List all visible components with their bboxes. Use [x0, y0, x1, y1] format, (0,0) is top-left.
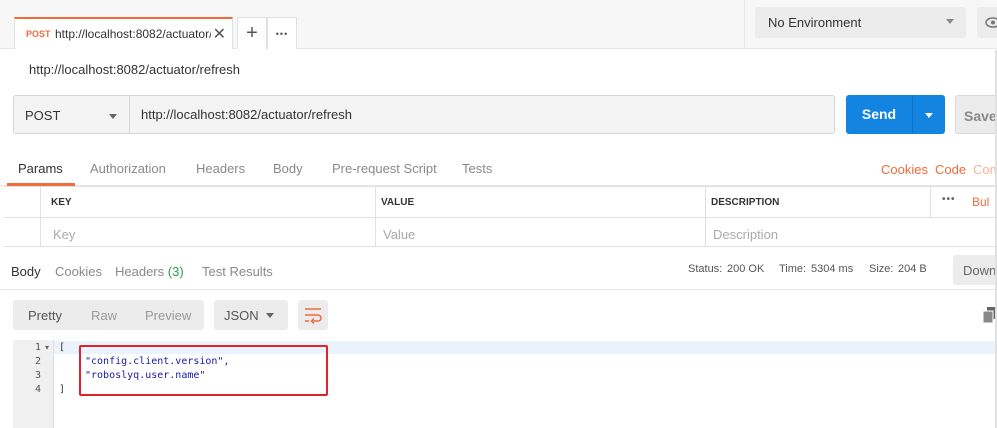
response-tab-test-results[interactable]: Test Results	[202, 264, 273, 279]
line-number: 3	[34, 370, 41, 381]
tab-body[interactable]: Body	[273, 161, 303, 176]
view-mode-preview[interactable]: Preview	[145, 308, 191, 323]
response-tab-body[interactable]: Body	[11, 264, 41, 279]
code-link[interactable]: Code	[935, 162, 966, 177]
value-column-header: VALUE	[381, 197, 415, 208]
wrap-icon	[305, 308, 322, 325]
key-input[interactable]: Key	[53, 227, 75, 242]
add-tab-button[interactable]: +	[237, 17, 267, 49]
line-gutter: 1 ▾ 2 3 4	[13, 340, 54, 428]
environment-label: No Environment	[768, 15, 862, 30]
value-input[interactable]: Value	[383, 227, 415, 242]
view-mode-pretty[interactable]: Pretty	[28, 308, 62, 323]
highlight-box	[79, 345, 328, 396]
divider	[930, 187, 931, 217]
fold-arrow-icon[interactable]: ▾	[45, 343, 49, 352]
status-label: Status:	[688, 263, 723, 275]
headers-count-badge: (3)	[167, 264, 184, 279]
close-icon[interactable]: ✕	[213, 24, 226, 44]
eye-icon	[985, 17, 997, 28]
view-mode-raw[interactable]: Raw	[91, 308, 117, 323]
divider	[912, 95, 913, 134]
environment-select[interactable]: No Environment	[755, 7, 966, 38]
request-name: http://localhost:8082/actuator/refresh	[29, 62, 241, 77]
comments-link[interactable]: Com	[973, 162, 997, 177]
response-tab-headers-label: Headers	[115, 264, 165, 279]
request-tab[interactable]: POST http://localhost:8082/actuator/ ✕	[14, 17, 233, 49]
bulk-edit-link[interactable]: Bul	[972, 195, 989, 209]
tab-options-button[interactable]: •••	[267, 17, 297, 49]
send-label: Send	[861, 106, 897, 122]
url-input[interactable]	[130, 95, 835, 134]
more-options-icon[interactable]: •••	[942, 194, 956, 205]
status-value: 200 OK	[727, 263, 765, 275]
chevron-down-icon	[109, 114, 117, 119]
tab-tests[interactable]: Tests	[462, 161, 492, 176]
response-tab-cookies[interactable]: Cookies	[55, 264, 102, 279]
chevron-down-icon	[266, 313, 274, 318]
download-label: Downl	[963, 263, 997, 278]
view-mode-selector: Pretty Raw Preview	[13, 300, 204, 330]
chevron-down-icon	[946, 19, 954, 24]
code-line: ]	[59, 384, 66, 395]
save-button[interactable]: Save	[955, 95, 997, 134]
size-value: 204 B	[898, 263, 927, 275]
download-button[interactable]: Downl	[953, 255, 997, 285]
tab-authorization[interactable]: Authorization	[90, 161, 166, 176]
response-tab-headers[interactable]: Headers (3)	[115, 264, 184, 279]
divider	[744, 0, 745, 49]
line-number: 2	[34, 356, 41, 367]
environment-quick-look-button[interactable]	[977, 7, 997, 38]
method-label: POST	[25, 108, 61, 123]
tab-pre-request-script[interactable]: Pre-request Script	[332, 161, 437, 176]
method-select[interactable]: POST	[13, 95, 130, 134]
format-label: JSON	[224, 308, 259, 323]
description-column-header: DESCRIPTION	[711, 197, 780, 208]
chevron-down-icon[interactable]	[925, 113, 933, 118]
time-label: Time:	[779, 263, 807, 275]
size-label: Size:	[869, 263, 894, 275]
save-label: Save	[964, 108, 997, 124]
line-number: 4	[34, 384, 41, 395]
tab-headers[interactable]: Headers	[196, 161, 245, 176]
cookies-link[interactable]: Cookies	[881, 162, 928, 177]
key-column-header: KEY	[51, 197, 72, 208]
line-number: 1	[34, 342, 41, 353]
time-value: 5304 ms	[811, 263, 854, 275]
tab-url: http://localhost:8082/actuator/	[55, 27, 211, 41]
code-line: [	[59, 342, 66, 353]
params-table: KEY VALUE DESCRIPTION ••• Bul Key Value …	[4, 186, 997, 247]
divider	[4, 217, 997, 218]
send-button[interactable]: Send	[846, 95, 945, 134]
tab-method: POST	[26, 29, 51, 39]
tab-params[interactable]: Params	[18, 161, 63, 176]
wrap-lines-button[interactable]	[298, 300, 328, 330]
format-select[interactable]: JSON	[214, 300, 288, 330]
description-input[interactable]: Description	[713, 227, 778, 242]
